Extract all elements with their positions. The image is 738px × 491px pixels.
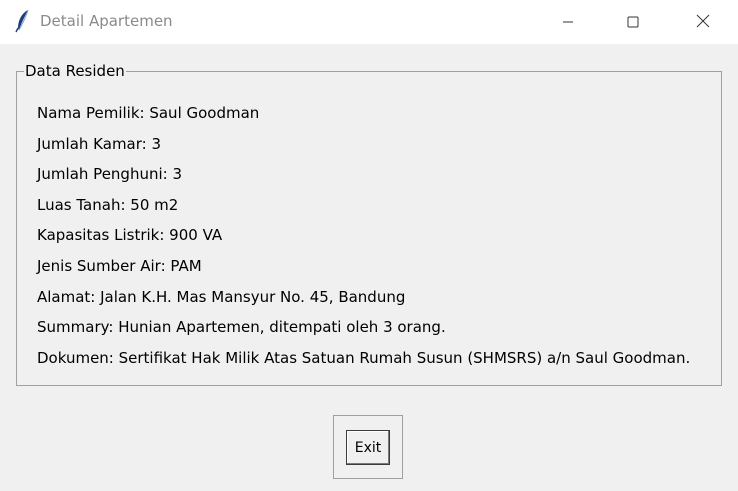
close-button[interactable] xyxy=(680,0,726,44)
minimize-icon xyxy=(562,13,574,32)
address-label: Alamat: Jalan K.H. Mas Mansyur No. 45, B… xyxy=(37,287,406,306)
land-area-label: Luas Tanah: 50 m2 xyxy=(37,195,179,214)
detail-window: Detail Apartemen Data Residen Nama Pemil… xyxy=(0,0,738,491)
power-capacity-label: Kapasitas Listrik: 900 VA xyxy=(37,226,223,245)
group-label: Data Residen xyxy=(25,62,125,80)
title-bar[interactable]: Detail Apartemen xyxy=(0,0,738,44)
maximize-icon xyxy=(627,13,639,32)
resident-details: Nama Pemilik: Saul Goodman Jumlah Kamar:… xyxy=(37,102,690,377)
feather-icon xyxy=(15,9,31,33)
window-title: Detail Apartemen xyxy=(40,12,173,30)
minimize-button[interactable] xyxy=(545,0,591,44)
close-icon xyxy=(696,13,710,32)
water-source-label: Jenis Sumber Air: PAM xyxy=(37,256,202,275)
owner-name-label: Nama Pemilik: Saul Goodman xyxy=(37,104,260,122)
room-count-label: Jumlah Kamar: 3 xyxy=(37,134,162,153)
summary-label: Summary: Hunian Apartemen, ditempati ole… xyxy=(37,318,446,337)
document-label: Dokumen: Sertifikat Hak Milik Atas Satua… xyxy=(37,348,691,367)
exit-button[interactable]: Exit xyxy=(346,430,390,465)
occupant-count-label: Jumlah Penghuni: 3 xyxy=(37,165,182,184)
maximize-button[interactable] xyxy=(610,0,656,44)
